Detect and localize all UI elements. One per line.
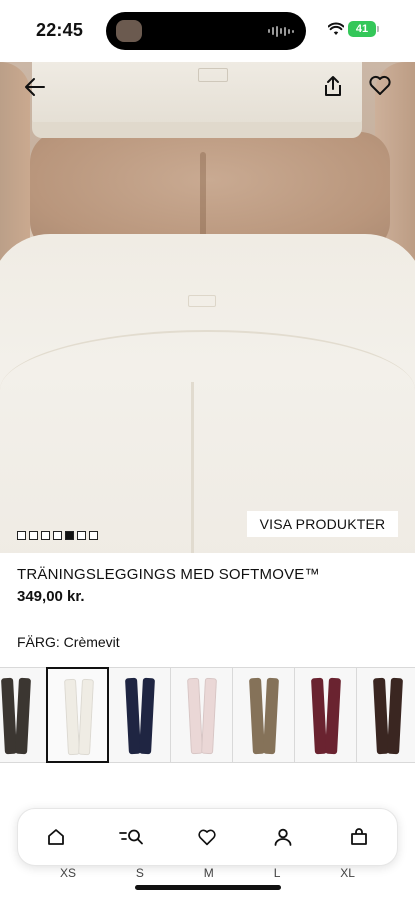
- bag-icon: [351, 828, 367, 845]
- color-swatch[interactable]: [46, 667, 109, 763]
- image-top-logo: [198, 68, 228, 82]
- tab-favorites[interactable]: [189, 819, 225, 855]
- color-swatch[interactable]: [356, 667, 415, 763]
- product-image[interactable]: [0, 62, 415, 553]
- pagination-dot[interactable]: [17, 531, 26, 540]
- status-bar: 22:45 41: [0, 0, 415, 62]
- visa-produkter-button[interactable]: VISA PRODUKTER: [247, 511, 398, 537]
- audio-wave-icon: [268, 25, 294, 37]
- home-icon: [47, 829, 64, 845]
- swatch-leggings-image: [78, 678, 94, 756]
- image-pagination: [17, 531, 98, 540]
- heart-icon: [198, 829, 217, 846]
- wifi-icon: [328, 22, 344, 35]
- battery-tip: [377, 26, 379, 32]
- island-activity-icon: [116, 20, 142, 42]
- heart-icon[interactable]: [368, 74, 392, 96]
- image-center-seam: [191, 382, 194, 553]
- tab-account[interactable]: [265, 819, 301, 855]
- size-row: XS S M L XL: [0, 866, 415, 886]
- pagination-dot[interactable]: [41, 531, 50, 540]
- swatch-leggings-image: [201, 677, 217, 755]
- arrow-left-icon[interactable]: [22, 74, 48, 100]
- tab-search[interactable]: [114, 819, 150, 855]
- size-option[interactable]: XL: [340, 866, 355, 886]
- pagination-dot[interactable]: [29, 531, 38, 540]
- pagination-dot[interactable]: [65, 531, 74, 540]
- tab-home[interactable]: [38, 819, 74, 855]
- color-swatch[interactable]: [108, 667, 171, 763]
- dynamic-island: [106, 12, 306, 50]
- swatch-leggings-image: [325, 677, 341, 755]
- bottom-tab-bar: [17, 808, 398, 866]
- swatch-leggings-image: [387, 677, 403, 755]
- color-swatch[interactable]: [232, 667, 295, 763]
- color-swatch[interactable]: [0, 667, 47, 763]
- image-spine: [200, 152, 206, 242]
- swatch-leggings-image: [139, 677, 155, 755]
- home-indicator: [135, 885, 281, 890]
- swatch-leggings-image: [263, 677, 279, 755]
- image-leggings-logo: [188, 295, 216, 307]
- search-icon: [118, 829, 143, 845]
- status-time: 22:45: [36, 20, 84, 40]
- size-option[interactable]: L: [274, 866, 281, 886]
- color-swatch[interactable]: [170, 667, 233, 763]
- image-waist-seam: [0, 330, 415, 450]
- pagination-dot[interactable]: [77, 531, 86, 540]
- pagination-dot[interactable]: [53, 531, 62, 540]
- image-top-band: [32, 122, 362, 138]
- size-option[interactable]: M: [204, 866, 214, 886]
- size-option[interactable]: XS: [60, 866, 76, 886]
- product-price: 349,00 kr.: [17, 588, 85, 605]
- size-option[interactable]: S: [136, 866, 144, 886]
- battery-icon: 41: [348, 21, 376, 37]
- color-label: FÄRG: Crèmevit: [17, 634, 120, 650]
- account-icon: [274, 828, 292, 846]
- color-swatch[interactable]: [294, 667, 357, 763]
- color-swatch-list: [0, 667, 415, 763]
- share-icon[interactable]: [322, 74, 344, 98]
- pagination-dot[interactable]: [89, 531, 98, 540]
- product-title: TRÄNINGSLEGGINGS MED SOFTMOVE™: [17, 566, 320, 583]
- swatch-leggings-image: [15, 677, 31, 755]
- tab-bag[interactable]: [341, 819, 377, 855]
